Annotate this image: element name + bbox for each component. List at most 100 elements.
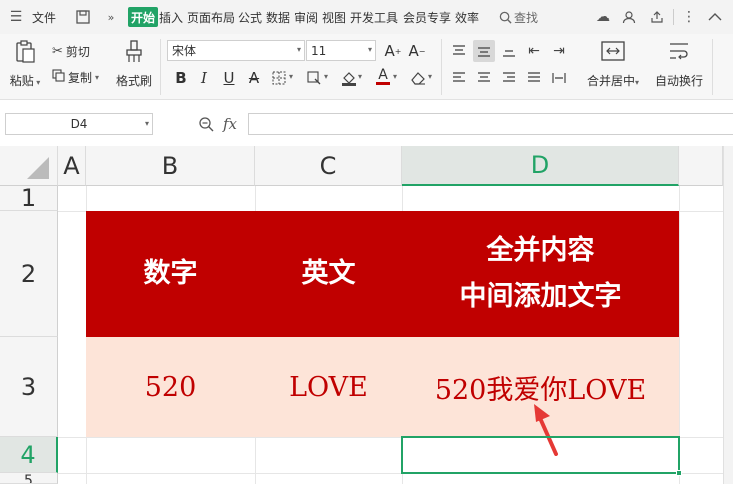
selected-cell-d4[interactable] <box>401 436 680 474</box>
dropdown-arrow-icon: ▾ <box>367 45 372 54</box>
dropdown-arrow-icon: ▾ <box>296 45 301 54</box>
more-options-icon[interactable]: ⋮ <box>682 0 696 34</box>
justify-icon[interactable] <box>523 67 545 89</box>
wrap-text-icon <box>667 40 691 68</box>
cut-button[interactable]: ✂ 剪切 <box>52 41 90 61</box>
eraser-icon[interactable] <box>407 67 429 89</box>
fill-handle[interactable] <box>676 470 682 476</box>
tab-developer[interactable]: 开发工具 <box>350 0 398 34</box>
tab-insert[interactable]: 插入 <box>159 0 183 34</box>
cell-style-icon[interactable] <box>303 67 325 89</box>
row-header-1[interactable]: 1 <box>0 184 58 212</box>
tab-data[interactable]: 数据 <box>266 0 290 34</box>
fill-color-icon[interactable] <box>338 67 360 89</box>
paste-label: 粘贴 ▾ <box>9 74 41 88</box>
copy-button[interactable]: 复制 ▾ <box>52 67 99 87</box>
clipboard-icon <box>14 40 36 68</box>
name-box-value: D4 <box>70 117 88 131</box>
vertical-scrollbar[interactable] <box>723 146 733 484</box>
font-name-select[interactable]: 宋体 ▾ <box>167 40 305 61</box>
column-header-a[interactable]: A <box>58 146 86 186</box>
italic-icon[interactable]: I <box>193 67 215 89</box>
tab-view[interactable]: 视图 <box>322 0 346 34</box>
increase-indent-icon[interactable]: ⇥ <box>548 40 570 62</box>
ribbon-toolbar: 粘贴 ▾ ✂ 剪切 复制 ▾ 格式刷 宋体 ▾ 11 ▾ A + A − B I U … <box>0 34 733 100</box>
cut-label: 剪切 <box>65 44 90 59</box>
ribbon-divider <box>712 39 713 95</box>
row-header-5[interactable]: 5 <box>0 473 58 484</box>
wrap-text-button[interactable]: 自动换行 <box>652 40 706 89</box>
column-header-c[interactable]: C <box>255 146 402 186</box>
distributed-align-icon[interactable] <box>548 67 570 89</box>
formula-bar: D4 ▾ fx <box>0 100 733 146</box>
row-header-3[interactable]: 3 <box>0 337 58 437</box>
align-center-icon[interactable] <box>473 67 495 89</box>
increase-font-icon[interactable]: A + <box>382 40 404 62</box>
tab-review[interactable]: 审阅 <box>294 0 318 34</box>
decrease-indent-icon[interactable]: ⇤ <box>523 40 545 62</box>
column-header-empty[interactable] <box>679 146 723 186</box>
underline-icon[interactable]: U <box>218 67 240 89</box>
font-name-value: 宋体 <box>172 44 197 58</box>
decrease-font-icon[interactable]: A − <box>406 40 428 62</box>
tab-page-layout[interactable]: 页面布局 <box>187 0 235 34</box>
font-size-select[interactable]: 11 ▾ <box>306 40 376 61</box>
share-icon[interactable] <box>648 0 666 34</box>
cell-c2[interactable]: 英文 <box>255 211 402 337</box>
cell-d2-line2: 中间添加文字 <box>459 281 622 312</box>
ribbon-divider <box>441 39 442 95</box>
name-box[interactable]: D4 ▾ <box>5 113 153 135</box>
fx-icon[interactable]: fx <box>223 113 237 135</box>
format-painter-label: 格式刷 <box>115 74 152 88</box>
dropdown-arrow-icon[interactable]: ▾ <box>393 72 397 81</box>
cell-b3[interactable]: 520 <box>86 337 255 437</box>
bold-icon[interactable]: B <box>170 67 192 89</box>
row-header-2[interactable]: 2 <box>0 211 58 337</box>
align-bottom-icon[interactable] <box>498 40 520 62</box>
wrap-text-label: 自动换行 <box>654 74 703 88</box>
border-icon[interactable] <box>268 67 290 89</box>
formula-input[interactable] <box>248 113 733 135</box>
select-all-corner[interactable] <box>0 146 58 186</box>
user-icon[interactable] <box>620 0 638 34</box>
cell-b2[interactable]: 数字 <box>86 211 255 337</box>
copy-icon <box>52 68 65 86</box>
dropdown-arrow-icon[interactable]: ▾ <box>289 72 293 81</box>
scissors-icon: ✂ <box>52 43 63 59</box>
align-right-icon[interactable] <box>498 67 520 89</box>
search-label[interactable]: 查找 <box>514 0 538 34</box>
tab-home[interactable]: 开始 <box>128 7 159 27</box>
column-header-b[interactable]: B <box>86 146 255 186</box>
ribbon-divider <box>160 39 161 95</box>
search-icon[interactable] <box>497 0 513 34</box>
tab-member[interactable]: 会员专享 <box>403 0 451 34</box>
zoom-icon[interactable] <box>198 113 214 135</box>
dropdown-arrow-icon[interactable]: ▾ <box>324 72 328 81</box>
align-middle-icon[interactable] <box>473 40 495 62</box>
cell-c3[interactable]: LOVE <box>255 337 402 437</box>
cell-d2-line1: 全并内容 <box>486 235 595 266</box>
save-icon[interactable] <box>74 0 92 34</box>
dropdown-arrow-icon[interactable]: ▾ <box>358 72 362 81</box>
collapse-ribbon-icon[interactable] <box>706 0 724 34</box>
row-header-4[interactable]: 4 <box>0 437 58 473</box>
align-left-icon[interactable] <box>448 67 470 89</box>
menu-file[interactable]: 文件 <box>32 0 56 34</box>
format-painter-button[interactable]: 格式刷 <box>113 40 155 89</box>
paste-button[interactable]: 粘贴 ▾ <box>6 40 44 89</box>
merge-center-button[interactable]: 合并居中▾ <box>580 40 646 89</box>
align-top-icon[interactable] <box>448 40 470 62</box>
spreadsheet-grid: A B C D 1 2 3 4 5 数字 英文 全并内容 中间添加文字 520 … <box>0 146 733 484</box>
hamburger-menu-icon[interactable]: ☰ <box>8 0 24 34</box>
strikethrough-icon[interactable]: A <box>243 67 265 89</box>
more-chevron-icon[interactable]: » <box>104 0 118 34</box>
font-color-icon[interactable]: A <box>372 65 394 87</box>
column-header-d[interactable]: D <box>402 146 679 186</box>
tab-formulas[interactable]: 公式 <box>238 0 262 34</box>
tab-efficiency[interactable]: 效率 <box>455 0 479 34</box>
cell-d2[interactable]: 全并内容 中间添加文字 <box>402 211 679 337</box>
cloud-sync-icon[interactable]: ☁ <box>594 0 612 34</box>
select-all-triangle-icon <box>27 157 49 179</box>
dropdown-arrow-icon[interactable]: ▾ <box>428 72 432 81</box>
copy-label: 复制 <box>68 70 93 85</box>
